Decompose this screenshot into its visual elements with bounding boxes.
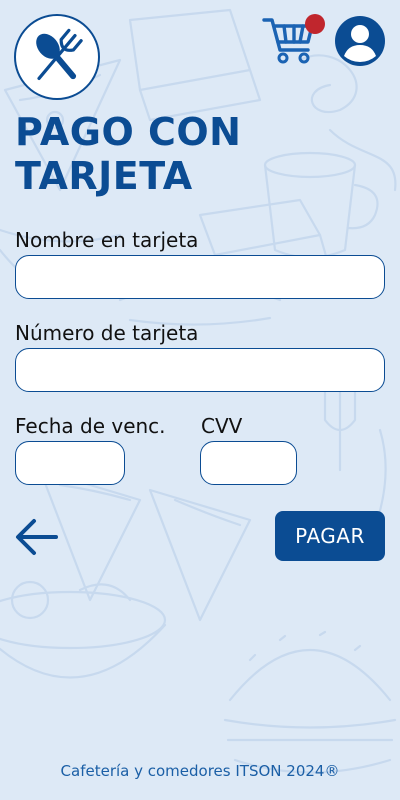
profile-button[interactable] (334, 15, 386, 67)
card-name-label: Nombre en tarjeta (15, 228, 199, 252)
app-logo (14, 14, 100, 100)
cvv-input[interactable] (200, 441, 297, 485)
card-number-input[interactable] (15, 348, 385, 392)
cvv-label: CVV (201, 414, 243, 438)
page-title: PAGO CON TARJETA (15, 110, 385, 198)
cart-notification-badge (305, 14, 325, 34)
pay-button[interactable]: PAGAR (275, 511, 385, 561)
arrow-left-icon (16, 519, 58, 555)
user-avatar-icon (335, 16, 385, 66)
expiry-date-input[interactable] (15, 441, 125, 485)
card-name-input[interactable] (15, 255, 385, 299)
back-button[interactable] (14, 516, 60, 558)
footer-text: Cafetería y comedores ITSON 2024® (60, 762, 340, 780)
card-number-label: Número de tarjeta (15, 321, 199, 345)
expiry-date-label: Fecha de venc. (15, 414, 166, 438)
spoon-fork-icon (36, 28, 83, 81)
page-title-line-1: PAGO CON (15, 110, 242, 154)
page-title-line-2: TARJETA (15, 154, 193, 198)
